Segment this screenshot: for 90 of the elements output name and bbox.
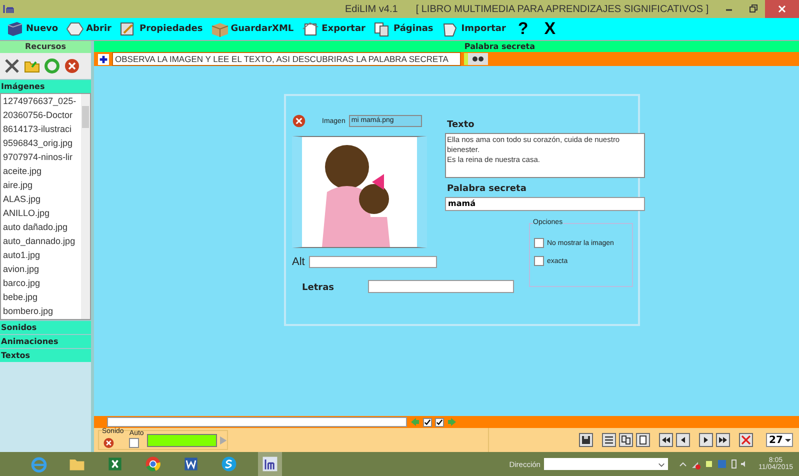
toolbar-button[interactable]: Abrir bbox=[64, 19, 114, 39]
sound-bar bbox=[146, 434, 218, 446]
panel-header: Recursos bbox=[0, 41, 91, 53]
page-dropdown[interactable]: 27 bbox=[766, 433, 793, 447]
chat-icon[interactable] bbox=[220, 455, 238, 473]
file-item[interactable]: 9596843_orig.jpg bbox=[1, 136, 81, 150]
delete-icon[interactable] bbox=[64, 58, 80, 74]
first-button[interactable] bbox=[659, 433, 673, 447]
file-item[interactable]: 1274976637_025- bbox=[1, 94, 81, 108]
close-icon bbox=[777, 4, 787, 14]
tools-icon[interactable] bbox=[4, 58, 20, 74]
chrome-icon[interactable] bbox=[144, 455, 162, 473]
paste-button[interactable] bbox=[636, 433, 650, 447]
file-item[interactable]: auto1.jpg bbox=[1, 248, 81, 262]
secret-word-field[interactable]: mamá bbox=[445, 197, 645, 211]
book-title: [ LIBRO MULTIMEDIA PARA APRENDIZAJES SIGNIFICATIVOS ] bbox=[416, 4, 709, 14]
file-item[interactable]: aceite.jpg bbox=[1, 164, 81, 178]
file-item[interactable]: auto dañado.jpg bbox=[1, 220, 81, 234]
next-button[interactable] bbox=[699, 433, 713, 447]
page-name-field[interactable] bbox=[107, 417, 407, 427]
letters-field[interactable] bbox=[368, 280, 514, 293]
secret-word-label: Palabra secreta bbox=[447, 184, 528, 194]
word-icon[interactable] bbox=[182, 455, 200, 473]
toolbar-button[interactable]: Nuevo bbox=[4, 19, 60, 39]
checkbox[interactable] bbox=[534, 256, 544, 266]
alt-field[interactable] bbox=[308, 256, 437, 268]
paste-icon bbox=[638, 435, 648, 445]
toolbar-glyph-button[interactable]: ? bbox=[512, 18, 534, 40]
remove-icon[interactable] bbox=[103, 437, 114, 449]
address-field[interactable] bbox=[544, 458, 668, 470]
toolbar-button[interactable]: Exportar bbox=[300, 19, 368, 39]
pages-icon bbox=[373, 21, 392, 37]
toolbar-button[interactable]: Propiedades bbox=[117, 19, 205, 39]
file-item[interactable]: 8614173-ilustraci bbox=[1, 122, 81, 136]
file-item[interactable]: ALAS.jpg bbox=[1, 192, 81, 206]
box-icon bbox=[210, 21, 229, 37]
instruction-field[interactable]: OBSERVA LA IMAGEN Y LEE EL TEXTO, ASI DESCUBRIRAS LA PALABRA SECRETA bbox=[112, 52, 461, 66]
delete-page-button[interactable] bbox=[739, 433, 753, 447]
section-header[interactable]: Sonidos bbox=[0, 320, 91, 334]
save-button[interactable] bbox=[579, 433, 593, 447]
file-item[interactable]: bebe.jpg bbox=[1, 290, 81, 304]
remove-icon[interactable] bbox=[292, 114, 306, 128]
dots-button[interactable] bbox=[464, 53, 488, 65]
first-icon bbox=[661, 435, 671, 445]
app-logo-icon[interactable] bbox=[258, 452, 282, 476]
toolbar-glyph-button[interactable]: X bbox=[538, 18, 562, 40]
auto-checkbox[interactable] bbox=[129, 438, 140, 448]
restore-icon bbox=[748, 4, 758, 14]
caret-icon bbox=[784, 436, 792, 444]
window-title: EdiLIM v4.1 bbox=[345, 4, 398, 14]
dots-icon bbox=[471, 55, 485, 63]
file-item[interactable]: ANILLO.jpg bbox=[1, 206, 81, 220]
page-title: Palabra secreta bbox=[94, 41, 799, 52]
text-label: Texto bbox=[447, 120, 476, 130]
section-header[interactable]: Imágenes bbox=[0, 79, 91, 93]
toolbar-button[interactable]: Importar bbox=[439, 19, 508, 39]
copy-icon bbox=[621, 435, 631, 445]
close-button[interactable] bbox=[765, 0, 799, 18]
alt-label: Alt bbox=[292, 256, 305, 268]
list-icon bbox=[604, 435, 614, 445]
file-item[interactable]: 9707974-ninos-lir bbox=[1, 150, 81, 164]
plus-icon[interactable] bbox=[98, 54, 109, 64]
file-item[interactable]: bombero.jpg bbox=[1, 304, 81, 318]
section-header[interactable]: Animaciones bbox=[0, 334, 91, 348]
checkbox[interactable] bbox=[423, 418, 432, 426]
save-icon bbox=[581, 435, 591, 445]
last-icon bbox=[718, 435, 728, 445]
checkbox[interactable] bbox=[534, 238, 544, 248]
caret-icon bbox=[658, 460, 666, 468]
toolbar-button[interactable]: Páginas bbox=[371, 19, 436, 39]
checkbox[interactable] bbox=[435, 418, 444, 426]
section-header[interactable]: Textos bbox=[0, 348, 91, 362]
prev-button[interactable] bbox=[676, 433, 690, 447]
spreadsheet-icon[interactable] bbox=[106, 455, 124, 473]
file-item[interactable]: avion.jpg bbox=[1, 262, 81, 276]
file-item[interactable]: aire.jpg bbox=[1, 178, 81, 192]
letters-label: Letras bbox=[302, 283, 334, 293]
last-button[interactable] bbox=[716, 433, 730, 447]
refresh-icon[interactable] bbox=[44, 58, 60, 74]
file-item[interactable]: barco.jpg bbox=[1, 276, 81, 290]
list-button[interactable] bbox=[602, 433, 616, 447]
book-icon bbox=[6, 21, 24, 37]
file-item[interactable]: 20360756-Doctor bbox=[1, 108, 81, 122]
copy-button[interactable] bbox=[619, 433, 633, 447]
file-item[interactable]: auto_dannado.jpg bbox=[1, 234, 81, 248]
scrollbar[interactable] bbox=[81, 94, 90, 319]
hex-icon bbox=[66, 21, 84, 37]
close-icon bbox=[741, 435, 751, 445]
app-logo-icon bbox=[3, 4, 15, 14]
toolbar-button[interactable]: GuardarXML bbox=[208, 19, 296, 39]
